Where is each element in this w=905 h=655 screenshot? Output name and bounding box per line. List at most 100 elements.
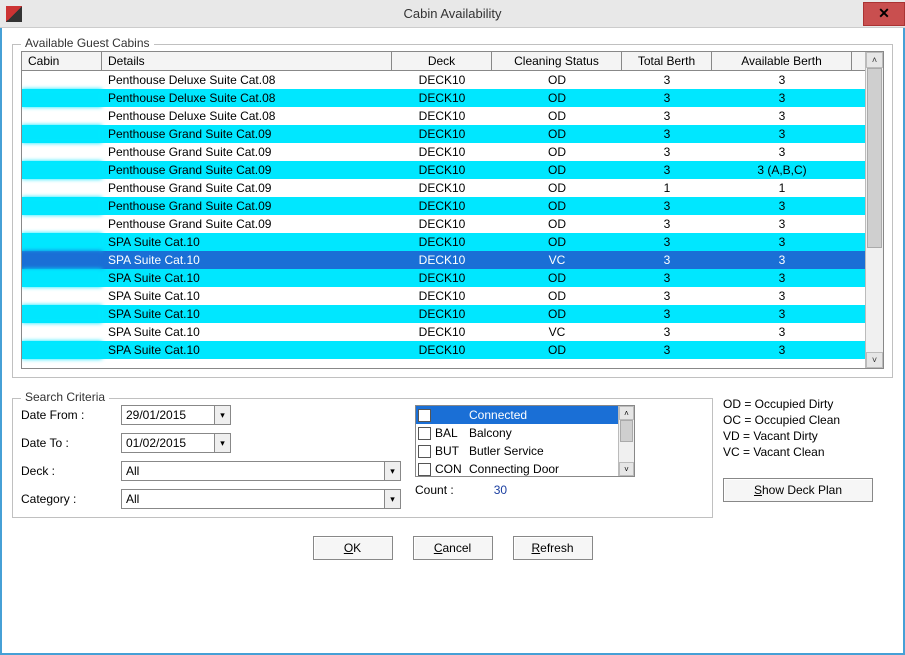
scroll-thumb[interactable] xyxy=(620,420,633,442)
table-cell: SPA Suite Cat.10 xyxy=(102,269,392,287)
list-item[interactable]: CONConnecting Door xyxy=(416,460,618,477)
table-cell: DECK10 xyxy=(392,251,492,269)
count-value: 30 xyxy=(494,483,507,497)
checkbox[interactable] xyxy=(418,463,431,476)
table-cell xyxy=(22,269,102,287)
chevron-down-icon[interactable]: ▾ xyxy=(384,490,400,508)
checkbox[interactable] xyxy=(418,409,431,422)
table-cell: SPA Suite Cat.10 xyxy=(102,251,392,269)
table-cell: 3 xyxy=(622,215,712,233)
chevron-down-icon[interactable]: ▾ xyxy=(384,462,400,480)
date-from-picker[interactable]: 29/01/2015 ▾ xyxy=(121,405,231,425)
scroll-down-arrow-icon[interactable]: ˅ xyxy=(619,462,634,476)
scroll-down-arrow-icon[interactable]: ˅ xyxy=(866,352,883,368)
table-cell: DECK10 xyxy=(392,341,492,359)
group-available-cabins-legend: Available Guest Cabins xyxy=(21,36,154,50)
cancel-button[interactable]: Cancel xyxy=(413,536,493,560)
category-select[interactable]: All ▾ xyxy=(121,489,401,509)
table-cell xyxy=(22,197,102,215)
table-row[interactable]: SPA Suite Cat.10DECK10OD33 xyxy=(22,269,865,287)
scroll-up-arrow-icon[interactable]: ˄ xyxy=(619,406,634,420)
table-cell xyxy=(22,107,102,125)
feature-scrollbar[interactable]: ˄ ˅ xyxy=(618,406,634,476)
table-row[interactable]: Penthouse Grand Suite Cat.09DECK10OD11 xyxy=(22,179,865,197)
deck-value: All xyxy=(122,464,384,478)
window-title: Cabin Availability xyxy=(0,6,905,21)
table-row[interactable]: SPA Suite Cat.10DECK10VC33 xyxy=(22,251,865,269)
table-cell: 3 xyxy=(712,323,852,341)
col-cleaning[interactable]: Cleaning Status xyxy=(492,52,622,70)
table-row[interactable]: Penthouse Grand Suite Cat.09DECK10OD33 xyxy=(22,125,865,143)
scroll-thumb[interactable] xyxy=(867,68,882,248)
refresh-button[interactable]: Refresh xyxy=(513,536,593,560)
table-cell: 3 xyxy=(622,269,712,287)
grid-scrollbar[interactable]: ˄ ˅ xyxy=(865,52,883,368)
ok-button[interactable]: OK xyxy=(313,536,393,560)
cabin-grid-header[interactable]: Cabin Details Deck Cleaning Status Total… xyxy=(22,52,865,71)
table-cell xyxy=(22,305,102,323)
title-bar[interactable]: Cabin Availability ✕ xyxy=(0,0,905,28)
table-row[interactable]: Penthouse Grand Suite Cat.09DECK10OD33 xyxy=(22,197,865,215)
table-cell: 3 xyxy=(622,161,712,179)
table-cell: DECK10 xyxy=(392,161,492,179)
checkbox[interactable] xyxy=(418,427,431,440)
table-row[interactable]: SPA Suite Cat.10DECK10OD33 xyxy=(22,287,865,305)
col-details[interactable]: Details xyxy=(102,52,392,70)
table-cell: 3 xyxy=(712,269,852,287)
table-cell: 3 xyxy=(622,287,712,305)
table-row[interactable]: Penthouse Grand Suite Cat.09DECK10OD33 xyxy=(22,143,865,161)
legend-vd: VD = Vacant Dirty xyxy=(723,428,893,444)
table-row[interactable]: SPA Suite Cat.10DECK10OD33 xyxy=(22,341,865,359)
table-cell xyxy=(22,233,102,251)
col-avail-berth[interactable]: Available Berth xyxy=(712,52,852,70)
table-row[interactable]: Penthouse Grand Suite Cat.09DECK10OD33 xyxy=(22,215,865,233)
date-to-picker[interactable]: 01/02/2015 ▾ xyxy=(121,433,231,453)
table-cell: OD xyxy=(492,197,622,215)
table-cell: 1 xyxy=(622,179,712,197)
chevron-down-icon[interactable]: ▾ xyxy=(214,434,230,452)
checkbox[interactable] xyxy=(418,445,431,458)
feature-name: Connected xyxy=(469,408,527,422)
table-row[interactable]: SPA Suite Cat.10DECK10VC33 xyxy=(22,323,865,341)
table-cell: 3 xyxy=(712,71,852,89)
cabin-grid-body: Penthouse Deluxe Suite Cat.08DECK10OD33P… xyxy=(22,71,865,359)
scroll-track[interactable] xyxy=(866,68,883,352)
col-cabin[interactable]: Cabin xyxy=(22,52,102,70)
scroll-up-arrow-icon[interactable]: ˄ xyxy=(866,52,883,68)
chevron-down-icon[interactable]: ▾ xyxy=(214,406,230,424)
feature-listbox[interactable]: Connected BALBalconyBUTButler ServiceCONC… xyxy=(415,405,635,477)
table-row[interactable]: Penthouse Grand Suite Cat.09DECK10OD33 (… xyxy=(22,161,865,179)
table-cell: DECK10 xyxy=(392,107,492,125)
table-cell: 3 xyxy=(712,341,852,359)
label-category: Category : xyxy=(21,492,121,506)
table-cell: OD xyxy=(492,179,622,197)
table-cell: OD xyxy=(492,341,622,359)
table-cell: SPA Suite Cat.10 xyxy=(102,233,392,251)
col-total-berth[interactable]: Total Berth xyxy=(622,52,712,70)
deck-select[interactable]: All ▾ xyxy=(121,461,401,481)
table-row[interactable]: Penthouse Deluxe Suite Cat.08DECK10OD33 xyxy=(22,107,865,125)
feature-name: Connecting Door xyxy=(469,462,559,476)
table-cell xyxy=(22,125,102,143)
table-row[interactable]: Penthouse Deluxe Suite Cat.08DECK10OD33 xyxy=(22,71,865,89)
label-date-from: Date From : xyxy=(21,408,121,422)
table-cell: 3 xyxy=(622,341,712,359)
list-item[interactable]: Connected xyxy=(416,406,618,424)
list-item[interactable]: BALBalcony xyxy=(416,424,618,442)
category-value: All xyxy=(122,492,384,506)
table-row[interactable]: SPA Suite Cat.10DECK10OD33 xyxy=(22,233,865,251)
list-item[interactable]: BUTButler Service xyxy=(416,442,618,460)
table-cell: DECK10 xyxy=(392,215,492,233)
legend-vc: VC = Vacant Clean xyxy=(723,444,893,460)
label-date-to: Date To : xyxy=(21,436,121,450)
show-deck-plan-button[interactable]: Show Deck Plan xyxy=(723,478,873,502)
table-cell: DECK10 xyxy=(392,71,492,89)
close-button[interactable]: ✕ xyxy=(863,2,905,26)
table-row[interactable]: SPA Suite Cat.10DECK10OD33 xyxy=(22,305,865,323)
table-cell: Penthouse Deluxe Suite Cat.08 xyxy=(102,89,392,107)
table-cell: DECK10 xyxy=(392,125,492,143)
table-row[interactable]: Penthouse Deluxe Suite Cat.08DECK10OD33 xyxy=(22,89,865,107)
table-cell: 3 xyxy=(622,107,712,125)
col-deck[interactable]: Deck xyxy=(392,52,492,70)
date-from-value: 29/01/2015 xyxy=(122,408,214,422)
